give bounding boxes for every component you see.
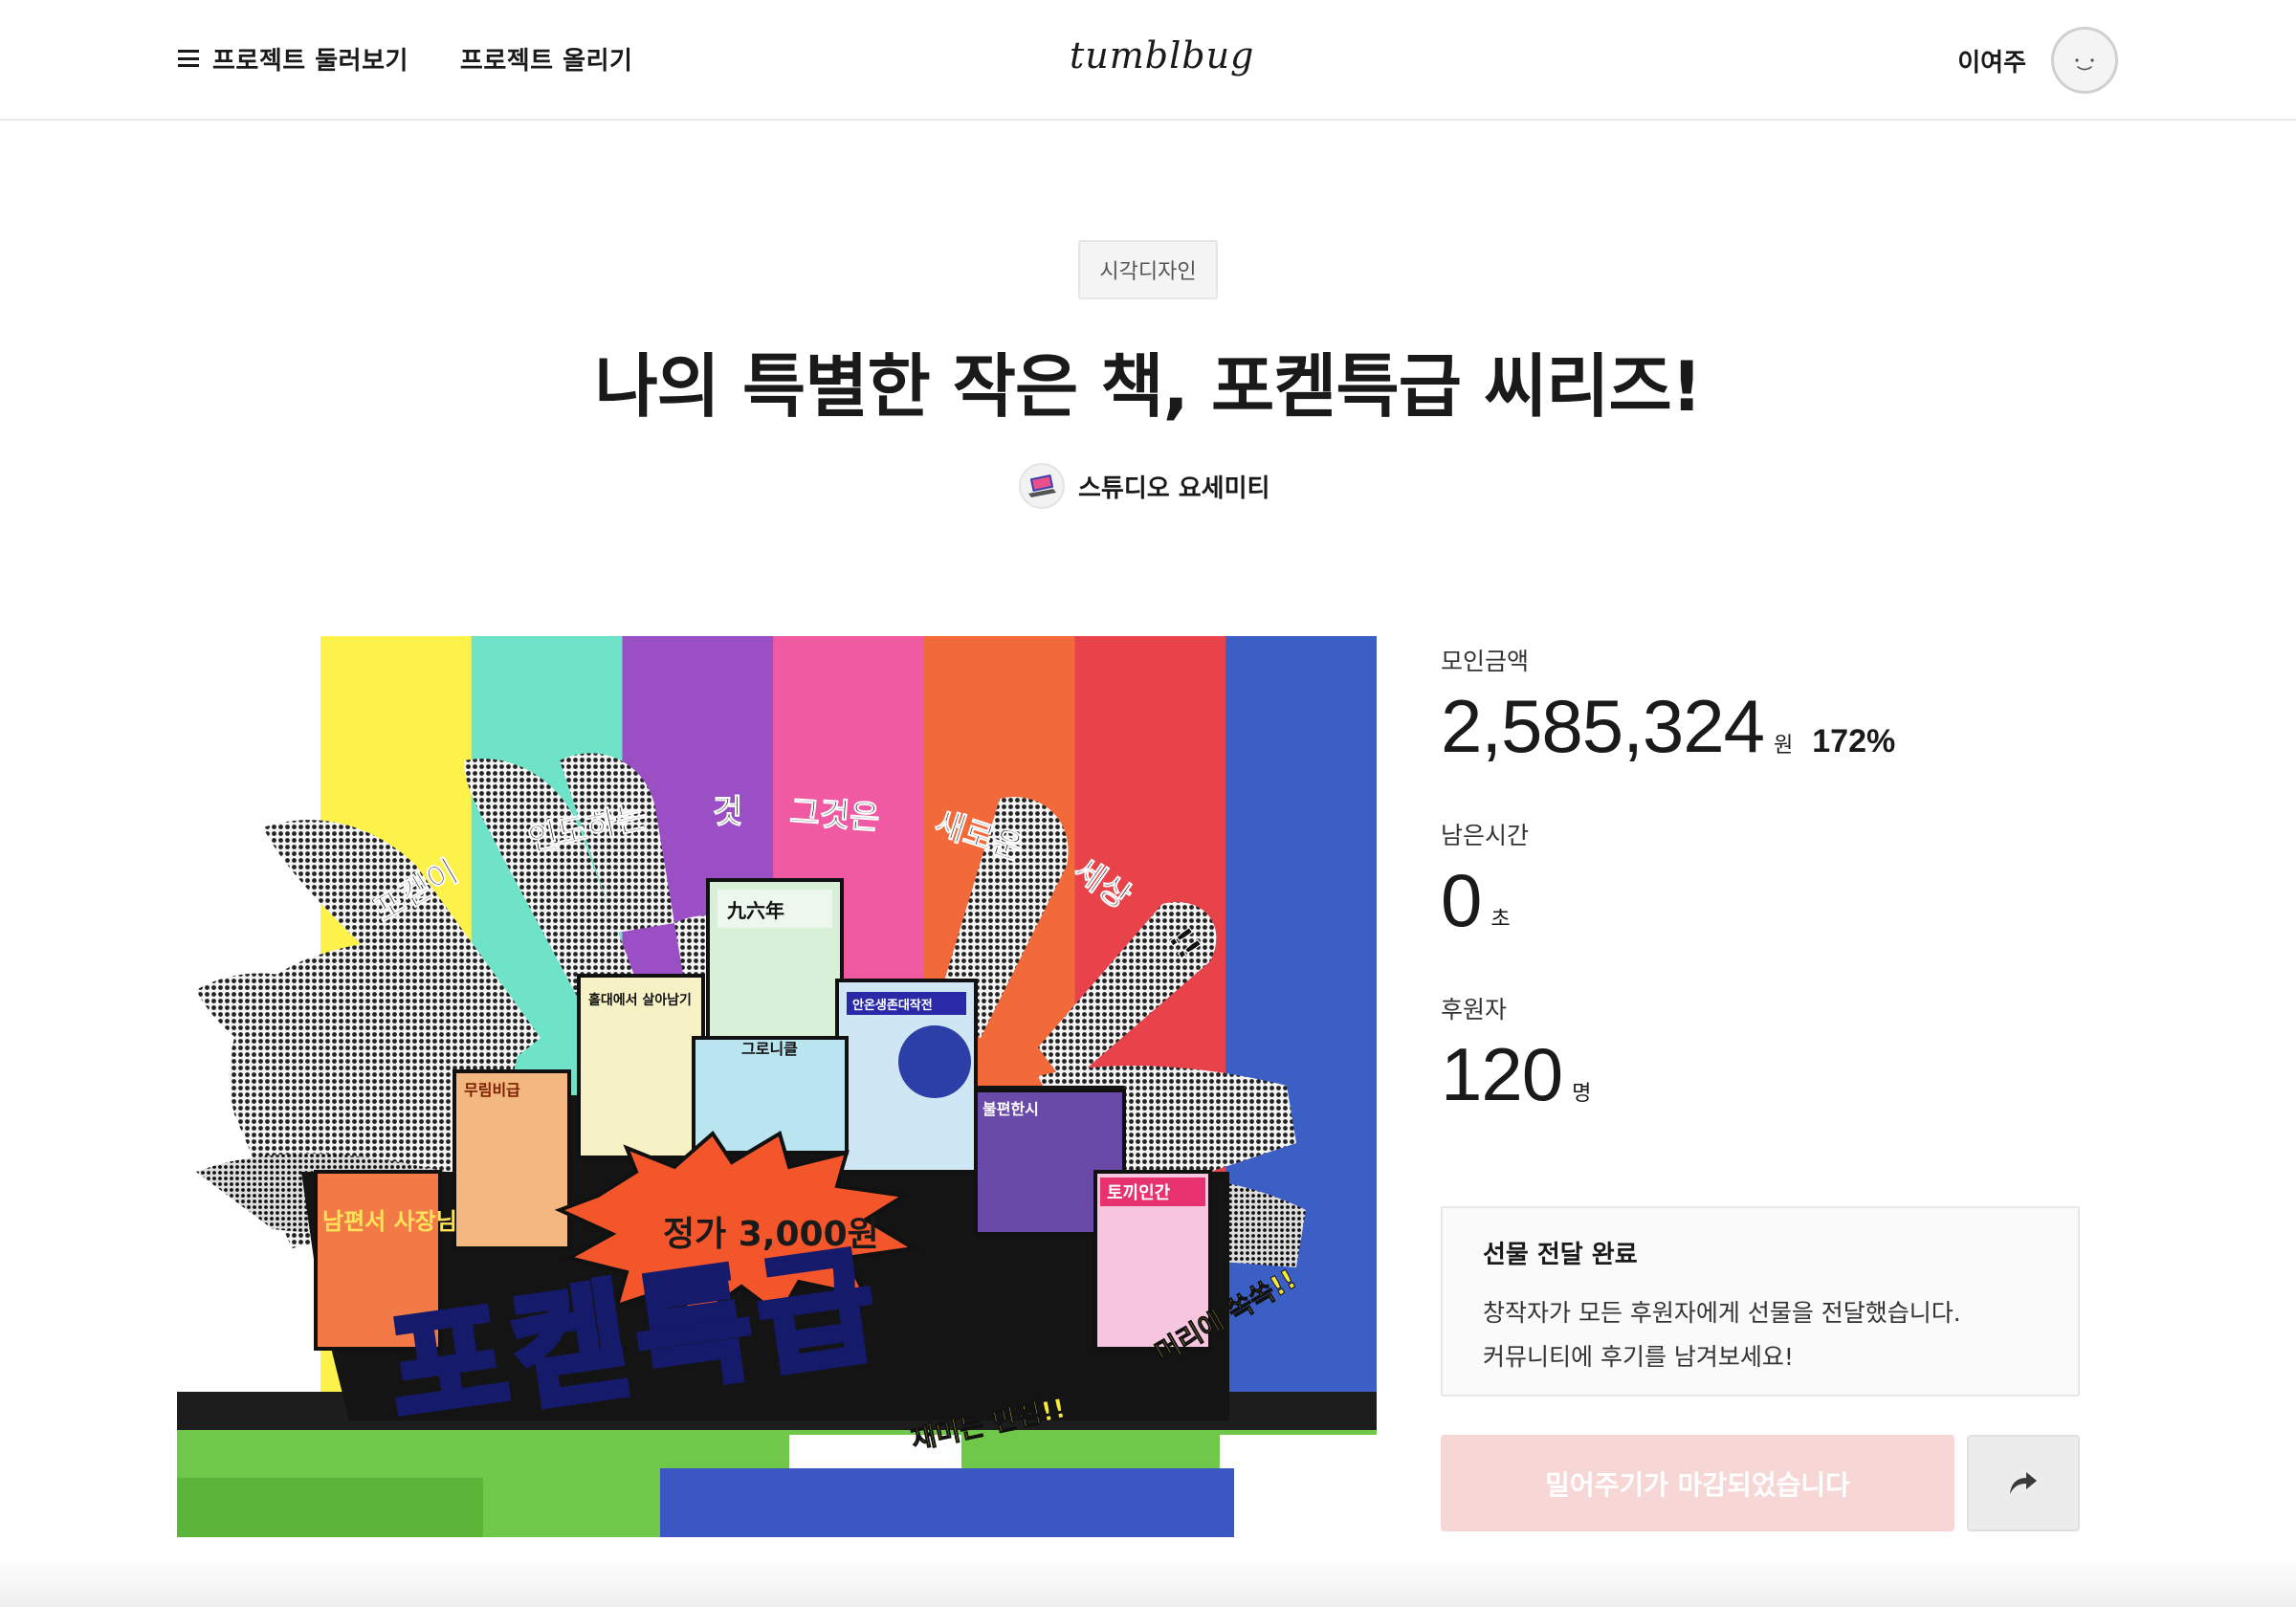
raised-block: 모인금액 2,585,324 원 172% xyxy=(1441,643,1895,770)
creator-name: 스튜디오 요세미티 xyxy=(1078,473,1270,503)
raised-row: 2,585,324 원 172% xyxy=(1441,683,1895,770)
book-label-1: 九六年 xyxy=(726,899,784,922)
book-label-7: 남편서 사장님 xyxy=(322,1208,457,1235)
share-arrow-icon xyxy=(2010,1471,2037,1494)
raised-amount: 2,585,324 xyxy=(1441,684,1765,768)
remaining-value: 0 xyxy=(1441,858,1482,942)
blue-lower-band xyxy=(660,1468,1234,1537)
backers-value: 120 xyxy=(1441,1032,1563,1116)
creator-link[interactable]: 스튜디오 요세미티 xyxy=(1019,462,1269,510)
raised-label: 모인금액 xyxy=(1441,648,1530,675)
green-lower-left xyxy=(177,1478,483,1537)
remaining-block: 남은시간 0 초 xyxy=(1441,817,1529,944)
upload-project-link[interactable]: 프로젝트 올리기 xyxy=(460,41,633,77)
funded-percent: 172% xyxy=(1812,723,1896,759)
project-title: 나의 특별한 작은 책, 포켇특급 씨리즈! xyxy=(594,346,1702,427)
book-label-6: 무림비급 xyxy=(464,1081,520,1099)
backers-unit: 명 xyxy=(1572,1082,1592,1106)
share-button[interactable] xyxy=(1967,1435,2080,1531)
header-nav-left: 프로젝트 둘러보기 프로젝트 올리기 xyxy=(178,0,632,117)
smiley-avatar-icon xyxy=(2075,58,2094,71)
project-main-image[interactable]: 九六年 홀대에서 살아남기 그로니클 안온생존대작전 불편한시 무림비급 남편서… xyxy=(177,636,1377,1537)
delivery-notice: 선물 전달 완료 창작자가 모든 후원자에게 선물을 전달했습니다. 커뮤니티에… xyxy=(1441,1206,2080,1397)
arc-word-3: 것 xyxy=(713,793,742,831)
creator-avatar xyxy=(1019,463,1065,509)
header-nav-right: 이여주 xyxy=(1957,0,2118,121)
upload-project-label: 프로젝트 올리기 xyxy=(459,46,633,76)
book-label-3: 그로니클 xyxy=(741,1040,798,1058)
user-avatar[interactable] xyxy=(2051,27,2118,94)
raised-unit: 원 xyxy=(1774,734,1794,758)
book-label-5: 불편한시 xyxy=(982,1100,1039,1118)
laptop-icon xyxy=(1028,474,1056,497)
book-label-4: 안온생존대작전 xyxy=(852,998,933,1013)
notice-line-1: 창작자가 모든 후원자에게 선물을 전달했습니다. xyxy=(1483,1299,1961,1327)
backers-label: 후원자 xyxy=(1441,996,1508,1024)
notice-title: 선물 전달 완료 xyxy=(1483,1241,1638,1269)
bottom-shadow xyxy=(0,1557,2296,1607)
backers-block: 후원자 120 명 xyxy=(1441,991,1591,1118)
white-block-2 xyxy=(1220,1435,1377,1537)
notice-line-2: 커뮤니티에 후기를 남겨보세요! xyxy=(1483,1343,1794,1371)
book-label-8: 토끼인간 xyxy=(1107,1183,1171,1203)
arc-word-4: 그것은 xyxy=(788,793,880,837)
remaining-row: 0 초 xyxy=(1441,857,1529,944)
poster-artwork: 九六年 홀대에서 살아남기 그로니클 안온생존대작전 불편한시 무림비급 남편서… xyxy=(177,636,1377,1537)
remaining-label: 남은시간 xyxy=(1441,822,1530,849)
book-label-2: 홀대에서 살아남기 xyxy=(588,992,692,1008)
tumblbug-logo[interactable]: tumblbug xyxy=(1070,27,1253,84)
browse-projects-label: 프로젝트 둘러보기 xyxy=(212,46,408,76)
top-header: 프로젝트 둘러보기 프로젝트 올리기 tumblbug 이여주 xyxy=(0,0,2296,121)
browse-projects-link[interactable]: 프로젝트 둘러보기 xyxy=(178,41,408,77)
user-name[interactable]: 이여주 xyxy=(1957,43,2026,78)
category-tag[interactable]: 시각디자인 xyxy=(1078,240,1218,299)
hamburger-icon[interactable] xyxy=(178,50,199,67)
backers-row: 120 명 xyxy=(1441,1031,1591,1118)
funding-closed-button[interactable]: 밀어주기가 마감되었습니다 xyxy=(1441,1435,1954,1531)
remaining-unit: 초 xyxy=(1490,908,1511,932)
